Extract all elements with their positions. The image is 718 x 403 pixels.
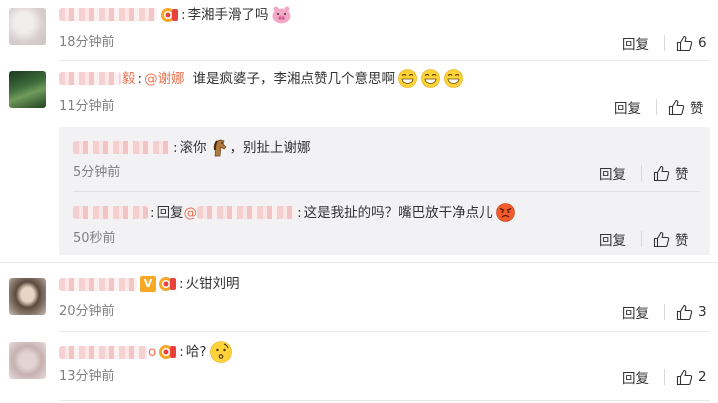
username[interactable] (59, 277, 137, 291)
reply-time: 50秒前 (73, 231, 116, 246)
mention-link[interactable]: @ (184, 203, 296, 223)
angry-emoji-icon (495, 202, 516, 223)
reply-button[interactable]: 回复 (614, 97, 641, 117)
reply-button[interactable]: 回复 (622, 302, 649, 322)
username[interactable] (59, 72, 121, 85)
sub-reply-list: : 滚你 ，别扯上谢娜 5分钟前 回复 赞 : 回复 @ : 这是我扯的吗？嘴巴… (59, 127, 710, 255)
username-suffix[interactable]: 毅 (122, 69, 136, 89)
comment-time: 18分钟前 (59, 35, 115, 50)
reply-time: 5分钟前 (73, 165, 121, 180)
comment-item: o : 哈? 13分钟前 回复 2 (0, 333, 718, 399)
vip-badge-icon (158, 276, 177, 292)
like-count: 6 (698, 35, 707, 51)
avatar[interactable] (9, 342, 46, 379)
comment-item: : 李湘手滑了吗 18分钟前 回复 6 (0, 0, 718, 57)
divider (59, 400, 710, 401)
vip-badge-icon (160, 7, 179, 23)
sub-reply-text: 滚你 (179, 139, 207, 156)
like-button[interactable]: 赞 (690, 97, 704, 117)
comment-item: V : 火钳刘明 20分钟前 回复 3 (0, 264, 718, 327)
reply-button[interactable]: 回复 (599, 163, 626, 183)
username[interactable] (73, 141, 171, 154)
divider (73, 191, 700, 192)
avatar[interactable] (9, 71, 46, 108)
like-count: 2 (698, 369, 707, 385)
sub-reply-text: ，别扯上谢娜 (229, 139, 311, 156)
username[interactable] (59, 8, 157, 21)
like-button[interactable]: 赞 (675, 229, 689, 249)
comment-text: 李湘手滑了吗 (187, 6, 269, 23)
pig-emoji-icon (271, 4, 292, 25)
mentioned-username[interactable] (197, 206, 296, 219)
comment-text: 哈? (185, 344, 207, 360)
mention-link[interactable]: @谢娜 (144, 69, 185, 89)
sub-reply-text: 这是我扯的吗？嘴巴放干净点儿 (303, 204, 493, 221)
reply-keyword: 回复 (156, 204, 184, 221)
thumbs-up-icon[interactable] (653, 165, 670, 182)
grin-emoji-icon (397, 68, 418, 89)
thumbs-up-icon[interactable] (653, 231, 670, 248)
grin-emoji-icon (443, 68, 464, 89)
vip-badge-icon (158, 344, 177, 360)
avatar[interactable] (9, 8, 46, 45)
divider (0, 262, 718, 263)
comment-time: 11分钟前 (59, 99, 115, 114)
comment-text: 谁是疯婆子，李湘点赞几个意思啊 (192, 70, 396, 87)
reply-button[interactable]: 回复 (599, 229, 626, 249)
username[interactable] (59, 345, 147, 359)
username-suffix[interactable]: o (148, 342, 156, 362)
avatar[interactable] (9, 278, 46, 315)
confused-emoji-icon (209, 340, 233, 364)
thumbs-up-icon[interactable] (676, 369, 693, 386)
comment-item: 毅 : @谢娜 谁是疯婆子，李湘点赞几个意思啊 11分钟前 回复 赞 (0, 61, 718, 121)
comment-text: 火钳刘明 (185, 276, 240, 292)
horse-emoji-icon (209, 137, 230, 158)
thumbs-up-icon[interactable] (668, 99, 685, 116)
comment-time: 20分钟前 (59, 304, 115, 319)
reply-button[interactable]: 回复 (622, 33, 649, 53)
thumbs-up-icon[interactable] (676, 304, 693, 321)
like-count: 3 (698, 304, 707, 320)
divider (59, 331, 710, 332)
username[interactable] (73, 206, 148, 219)
like-button[interactable]: 赞 (675, 163, 689, 183)
grin-emoji-icon (420, 68, 441, 89)
reply-button[interactable]: 回复 (622, 367, 649, 387)
verified-v-icon: V (140, 276, 156, 292)
thumbs-up-icon[interactable] (676, 35, 693, 52)
comment-time: 13分钟前 (59, 369, 115, 384)
